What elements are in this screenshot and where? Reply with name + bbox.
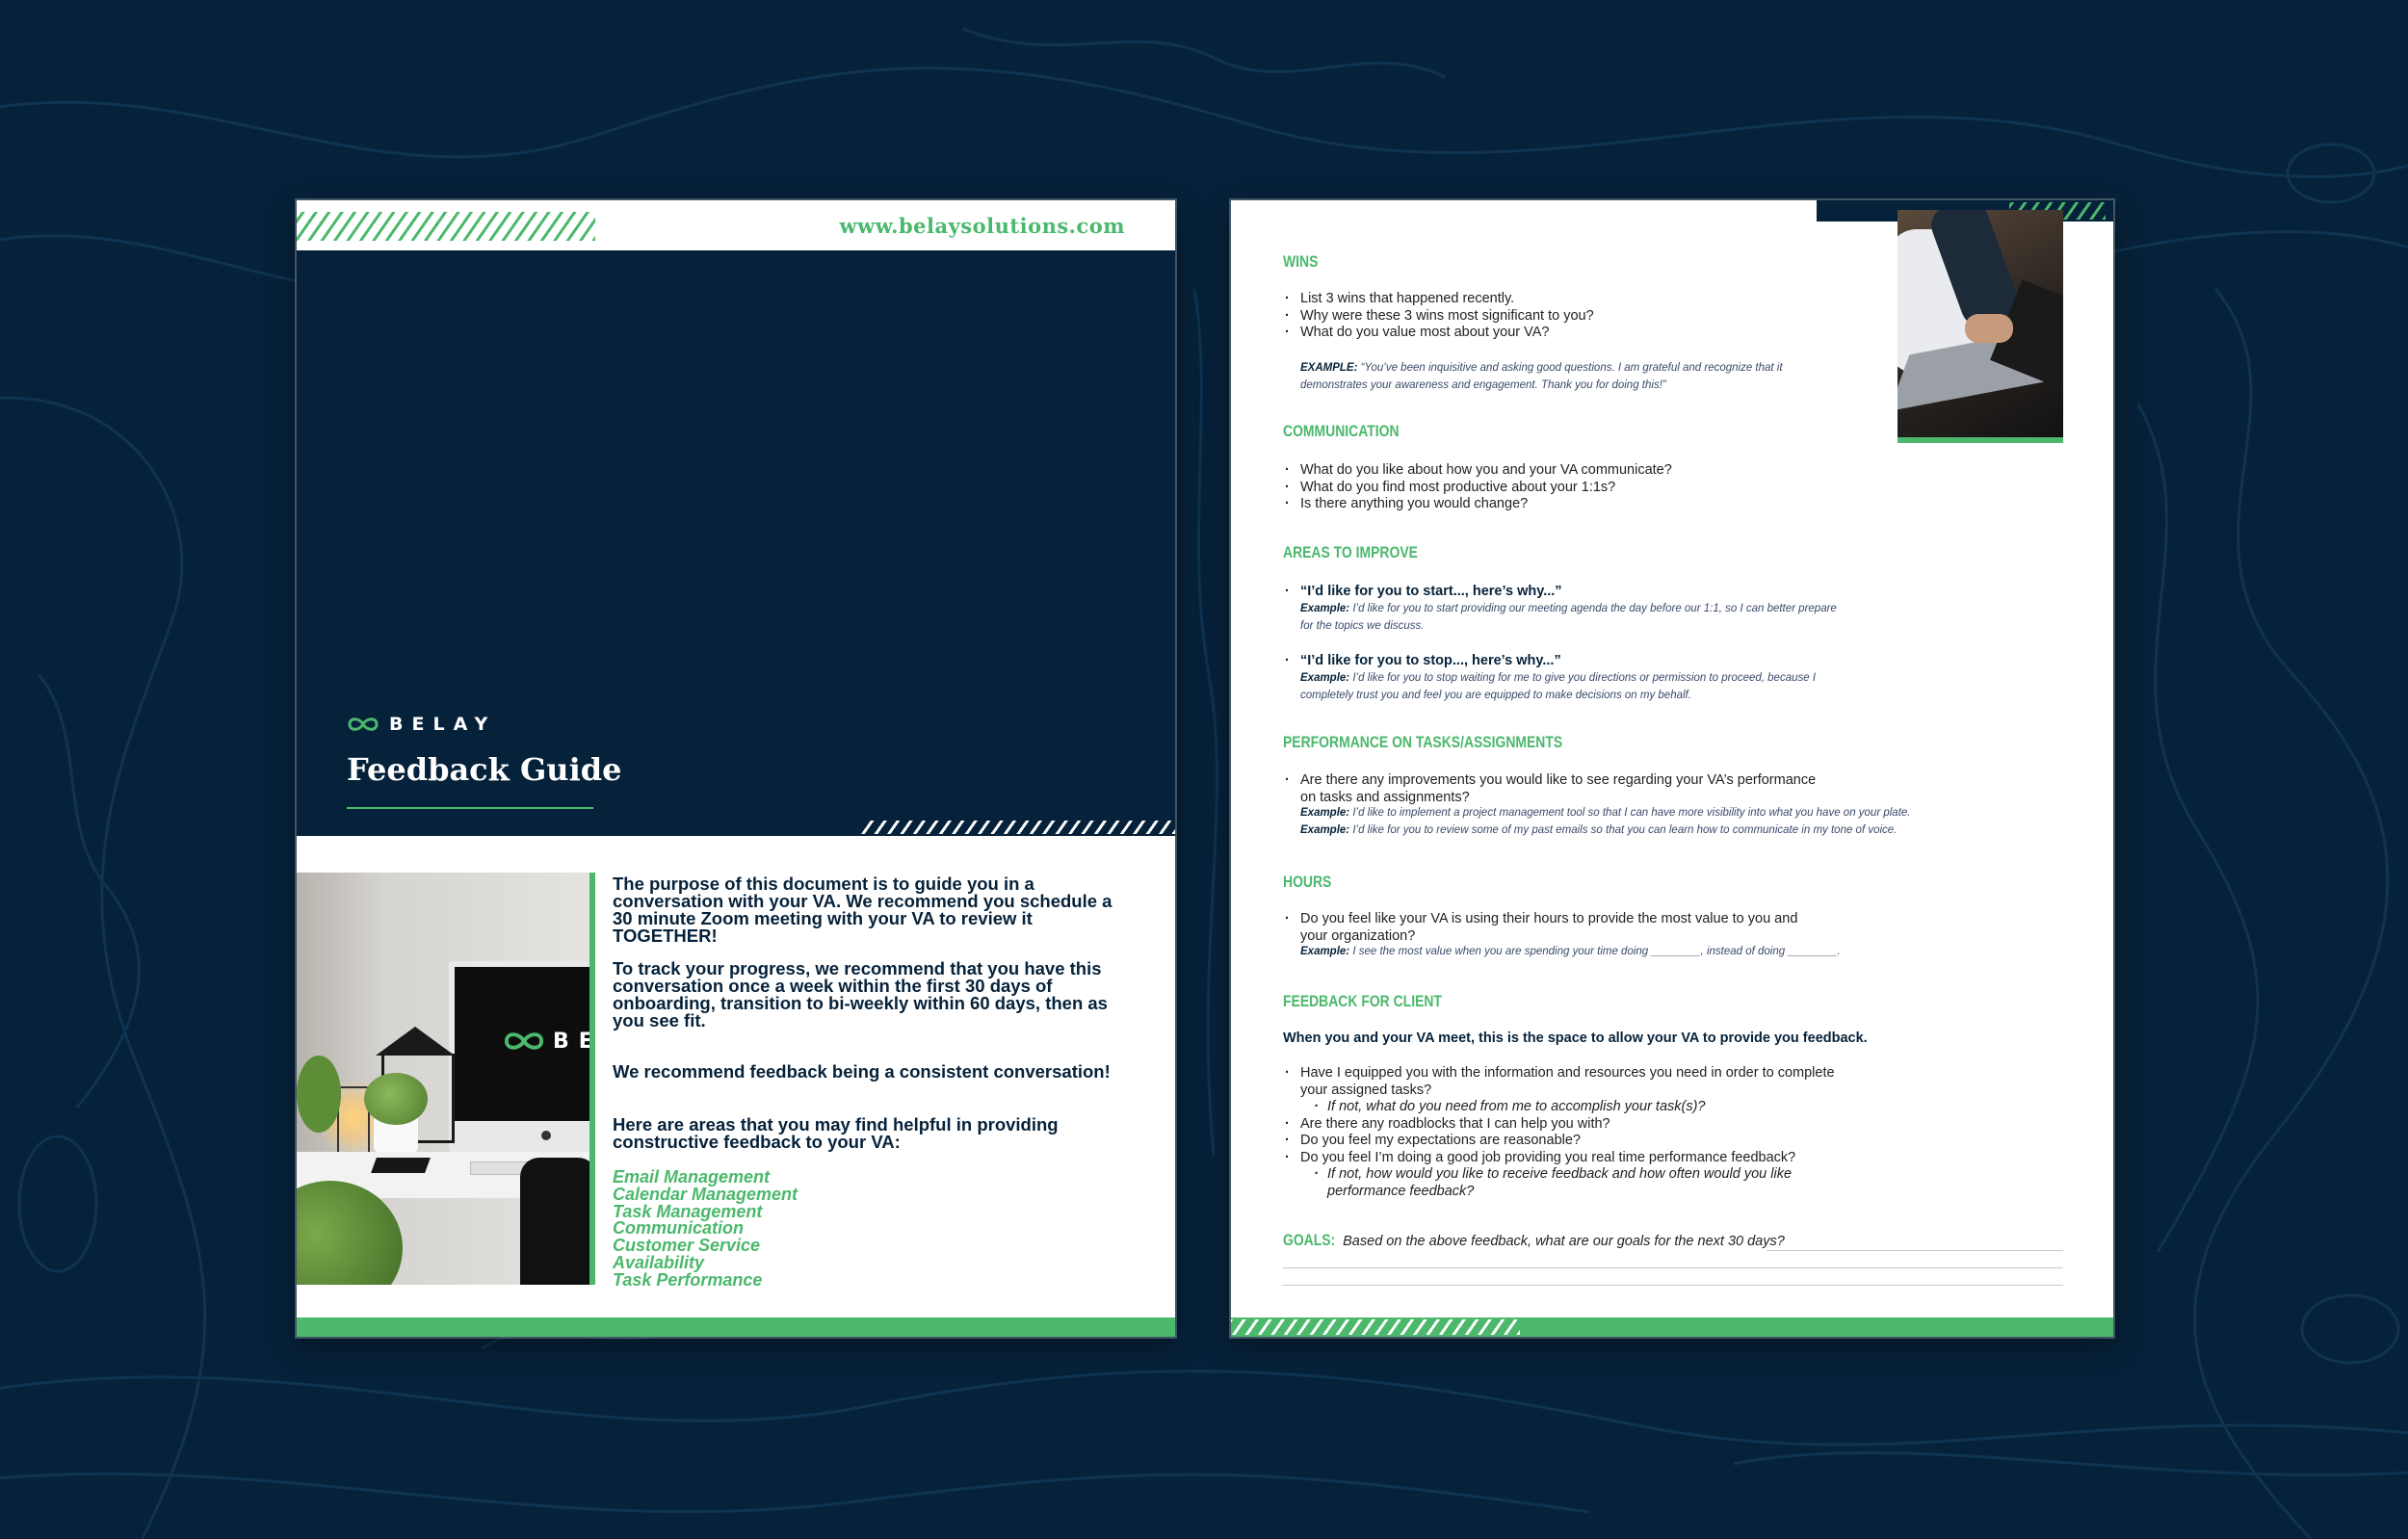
list-item: Task Performance	[613, 1269, 763, 1290]
goals-answer-line[interactable]	[1283, 1285, 2063, 1286]
example-text: I see the most value when you are spendi…	[1352, 946, 1841, 957]
monitor: BE	[449, 961, 589, 1152]
list-item: Calendar Management	[613, 1184, 798, 1204]
list-item: What do you find most productive about y…	[1283, 480, 1672, 497]
improve-stop-list: “I’d like for you to stop..., here’s why…	[1283, 653, 1561, 670]
example-label: Example:	[1300, 603, 1350, 614]
section-heading-wins: WINS	[1283, 252, 1319, 271]
feedback-areas-list: Email Management Calendar Management Tas…	[613, 1168, 798, 1290]
cover-hatch-pattern	[861, 821, 1175, 834]
list-item-text: Have I equipped you with the information…	[1300, 1065, 1835, 1081]
list-item: Have I equipped you with the information…	[1283, 1065, 1835, 1099]
brand-name: BELAY	[389, 714, 497, 735]
feedback-guide-cover-page: www.belaysolutions.com BELAY Feedback Gu…	[297, 200, 1175, 1337]
list-item: If not, how would you like to receive fe…	[1283, 1166, 1835, 1200]
example-label: EXAMPLE:	[1300, 362, 1358, 374]
example-label: Example:	[1300, 807, 1350, 819]
improve-stop-example: Example: I’d like for you to stop waitin…	[1300, 670, 1840, 704]
desk-photo: BE	[297, 873, 589, 1285]
goals-answer-line[interactable]	[1283, 1267, 2063, 1268]
list-item: What do you like about how you and your …	[1283, 462, 1672, 480]
photo-accent-bar	[589, 873, 595, 1285]
list-item: Why were these 3 wins most significant t…	[1283, 308, 1594, 326]
list-item: Do you feel my expectations are reasonab…	[1283, 1133, 1835, 1150]
notebook	[371, 1158, 431, 1173]
laptop-photo	[1898, 210, 2063, 439]
list-item: What do you value most about your VA?	[1283, 325, 1594, 342]
infinity-logo-icon	[504, 1032, 544, 1050]
list-item-text: If not, how would you like to receive fe…	[1327, 1166, 1793, 1182]
website-url[interactable]: www.belaysolutions.com	[840, 214, 1125, 238]
hours-example: Example: I see the most value when you a…	[1300, 944, 1975, 961]
list-item: “I’d like for you to start..., here’s wh…	[1283, 584, 1562, 601]
title-underline	[347, 807, 593, 809]
goals-text: Based on the above feedback, what are ou…	[1343, 1234, 1785, 1249]
intro-paragraph-consistency: We recommend feedback being a consistent…	[613, 1061, 1111, 1082]
feedback-questions-page: WINS List 3 wins that happened recently.…	[1231, 200, 2113, 1337]
example-text: demonstrates your awareness and engageme…	[1300, 378, 1666, 391]
example-text: I’d like for you to review some of my pa…	[1352, 823, 1898, 836]
footer-hatch-pattern	[1231, 1319, 1520, 1335]
monitor-apple-dot	[541, 1131, 551, 1140]
example-text: for the topics we discuss.	[1300, 619, 1425, 632]
list-item: Do you feel I’m doing a good job providi…	[1283, 1150, 1835, 1167]
example-text: completely trust you and feel you are eq…	[1300, 689, 1691, 701]
example-label: Example:	[1300, 672, 1350, 684]
goals-answer-line[interactable]	[1767, 1250, 2063, 1251]
client-lead: When you and your VA meet, this is the s…	[1283, 1030, 1868, 1046]
goals-label: GOALS:	[1283, 1231, 1336, 1249]
intro-paragraph-areas: Here are areas that you may find helpful…	[613, 1114, 1059, 1152]
example-text: I’d like to implement a project manageme…	[1352, 807, 1911, 819]
example-label: Example:	[1300, 823, 1350, 836]
plant-leaves	[364, 1073, 428, 1125]
example-text: “You’ve been inquisitive and asking good…	[1360, 362, 1783, 374]
performance-examples: Example: I’d like to implement a project…	[1300, 805, 1975, 839]
communication-list: What do you like about how you and your …	[1283, 462, 1672, 513]
section-heading-areas-to-improve: AREAS TO IMPROVE	[1283, 543, 1418, 561]
footer-green-bar	[297, 1317, 1175, 1337]
section-heading-hours: HOURS	[1283, 873, 1332, 891]
hands	[1965, 314, 2013, 343]
monitor-screen-logo: BE	[503, 1029, 589, 1054]
photo-accent-line	[1898, 437, 2063, 443]
monitor-screen-logo-text: BE	[553, 1029, 589, 1054]
section-heading-communication: COMMUNICATION	[1283, 422, 1400, 440]
list-item-text: Are there any improvements you would lik…	[1300, 772, 1817, 788]
list-item: Is there anything you would change?	[1283, 496, 1672, 513]
list-item: “I’d like for you to stop..., here’s why…	[1283, 653, 1561, 670]
client-questions-list: Have I equipped you with the information…	[1283, 1065, 1835, 1200]
example-text: I’d like for you to start providing our …	[1352, 603, 1837, 614]
belay-logo: BELAY	[347, 714, 496, 735]
performance-list: Are there any improvements you would lik…	[1283, 772, 1816, 806]
list-item: Are there any improvements you would lik…	[1283, 772, 1816, 806]
infinity-logo-icon	[348, 717, 379, 731]
improve-start-list: “I’d like for you to start..., here’s wh…	[1283, 584, 1562, 601]
goals-prompt: GOALS: Based on the above feedback, what…	[1283, 1231, 1785, 1250]
house-decor-roof	[376, 1027, 455, 1056]
improve-start-example: Example: I’d like for you to start provi…	[1300, 601, 1840, 635]
section-heading-feedback-for-client: FEEDBACK FOR CLIENT	[1283, 992, 1442, 1010]
list-item-text: your organization?	[1300, 927, 1416, 944]
cover-navy-panel	[297, 250, 1175, 836]
example-label: Example:	[1300, 946, 1350, 957]
intro-paragraph-tracking: To track your progress, we recommend tha…	[613, 958, 1108, 1030]
list-item-text: Do you feel like your VA is using their …	[1300, 911, 1798, 926]
intro-paragraph-purpose: The purpose of this document is to guide…	[613, 874, 1112, 946]
wins-example: EXAMPLE: “You’ve been inquisitive and as…	[1300, 360, 1840, 394]
chair	[520, 1158, 589, 1285]
list-item: List 3 wins that happened recently.	[1283, 291, 1594, 308]
list-item-text: performance feedback?	[1327, 1183, 1475, 1199]
list-item: Are there any roadblocks that I can help…	[1283, 1116, 1835, 1134]
document-title: Feedback Guide	[347, 751, 622, 788]
list-item: If not, what do you need from me to acco…	[1283, 1099, 1835, 1116]
list-item: Do you feel like your VA is using their …	[1283, 911, 1797, 945]
wins-list: List 3 wins that happened recently. Why …	[1283, 291, 1594, 342]
example-text: I’d like for you to stop waiting for me …	[1352, 672, 1817, 684]
hours-list: Do you feel like your VA is using their …	[1283, 911, 1797, 945]
list-item-text: your assigned tasks?	[1300, 1082, 1432, 1098]
plant-leaf	[297, 1056, 341, 1133]
section-heading-performance: PERFORMANCE ON TASKS/ASSIGNMENTS	[1283, 733, 1563, 751]
header-hatch-pattern	[297, 212, 595, 241]
list-item-text: on tasks and assignments?	[1300, 789, 1470, 805]
